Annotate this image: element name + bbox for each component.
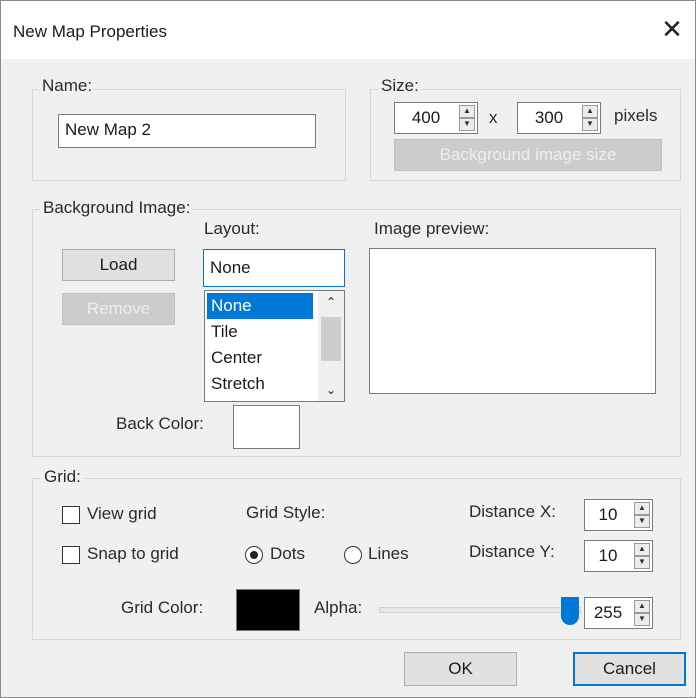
cancel-button[interactable]: Cancel [573,652,686,686]
background-image-size-button[interactable]: Background image size [394,139,662,171]
grid-group-label: Grid: [41,467,84,487]
title-bar: New Map Properties ✕ [1,1,695,59]
spin-up-icon[interactable]: ▲ [582,105,598,118]
spin-up-icon[interactable]: ▲ [634,502,650,515]
dots-label: Dots [270,544,305,563]
spin-down-icon[interactable]: ▼ [582,118,598,131]
distance-y-value: 10 [598,546,618,565]
size-group-label: Size: [378,76,422,96]
view-grid-label: View grid [87,504,157,523]
map-width-spinner[interactable]: 400 ▲ ▼ [394,102,478,134]
name-group-label: Name: [39,76,96,96]
size-unit-label: pixels [614,106,658,125]
layout-option-tile[interactable]: Tile [207,319,313,345]
snap-to-grid-label: Snap to grid [87,544,179,563]
distance-y-label: Distance Y: [469,542,555,561]
layout-option-none[interactable]: None [207,293,313,319]
load-button[interactable]: Load [62,249,175,281]
map-name-input[interactable]: New Map 2 [58,114,316,148]
alpha-slider-track[interactable] [379,607,581,613]
background-image-group-label: Background Image: [40,198,194,218]
map-width-arrows[interactable]: ▲ ▼ [459,105,475,131]
remove-button[interactable]: Remove [62,293,175,325]
back-color-swatch[interactable] [233,405,300,449]
distance-x-arrows[interactable]: ▲ ▼ [634,502,650,528]
dialog-title: New Map Properties [13,22,168,41]
spin-down-icon[interactable]: ▼ [634,613,650,626]
layout-dropdown[interactable]: None [203,249,345,287]
spin-up-icon[interactable]: ▲ [459,105,475,118]
distance-x-label: Distance X: [469,502,556,521]
grid-color-label: Grid Color: [121,598,204,617]
layout-option-center[interactable]: Center [207,345,313,371]
view-grid-checkbox[interactable] [62,506,80,524]
snap-to-grid-checkbox[interactable] [62,546,80,564]
layout-option-stretch[interactable]: Stretch [207,371,313,397]
map-width-value: 400 [411,108,441,127]
spin-down-icon[interactable]: ▼ [634,556,650,569]
grid-style-label: Grid Style: [246,503,326,522]
distance-y-arrows[interactable]: ▲ ▼ [634,543,650,569]
alpha-arrows[interactable]: ▲ ▼ [634,600,650,626]
spin-down-icon[interactable]: ▼ [459,118,475,131]
back-color-label: Back Color: [116,414,204,433]
dots-radio[interactable] [245,546,263,564]
spin-up-icon[interactable]: ▲ [634,600,650,613]
ok-button[interactable]: OK [404,652,517,686]
alpha-value: 255 [593,603,623,622]
distance-x-spinner[interactable]: 10 ▲ ▼ [584,499,653,531]
lines-radio[interactable] [344,546,362,564]
scroll-up-icon[interactable]: ⌃ [318,291,344,313]
map-height-arrows[interactable]: ▲ ▼ [582,105,598,131]
image-preview-label: Image preview: [374,219,490,238]
scrollbar-thumb[interactable] [321,317,341,361]
layout-list-scrollbar[interactable]: ⌃ ⌄ [318,291,344,401]
size-separator: x [489,108,498,127]
alpha-spinner[interactable]: 255 ▲ ▼ [584,597,653,629]
image-preview-box [369,248,656,394]
map-height-spinner[interactable]: 300 ▲ ▼ [517,102,601,134]
spin-up-icon[interactable]: ▲ [634,543,650,556]
scroll-down-icon[interactable]: ⌄ [318,379,344,401]
spin-down-icon[interactable]: ▼ [634,515,650,528]
layout-dropdown-list: None Tile Center Stretch ⌃ ⌄ [204,290,345,402]
distance-x-value: 10 [598,505,618,524]
dialog-window: New Map Properties ✕ Name: New Map 2 Siz… [0,0,696,698]
distance-y-spinner[interactable]: 10 ▲ ▼ [584,540,653,572]
map-height-value: 300 [534,108,564,127]
lines-label: Lines [368,544,409,563]
close-icon[interactable]: ✕ [653,11,691,47]
alpha-slider-thumb[interactable] [561,597,579,625]
alpha-label: Alpha: [314,598,363,617]
layout-label: Layout: [204,219,260,238]
grid-color-swatch[interactable] [236,589,300,631]
